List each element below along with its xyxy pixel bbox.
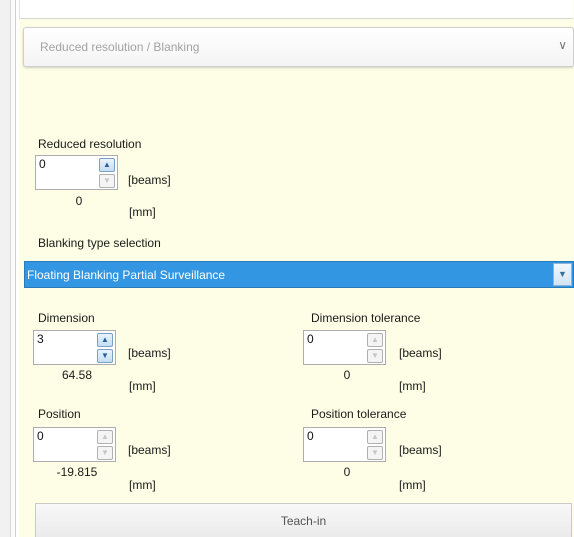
reduced-resolution-mm-unit: [mm] <box>129 205 156 219</box>
position-label: Position <box>38 407 81 421</box>
position-mm-value: -19.815 <box>56 465 98 479</box>
blanking-type-label: Blanking type selection <box>38 236 161 250</box>
dropdown-arrow-icon[interactable]: ▼ <box>553 263 572 286</box>
position-spinner[interactable]: 0 ▲ ▼ <box>33 427 116 462</box>
spin-down-icon[interactable]: ▼ <box>99 174 115 188</box>
reduced-resolution-label: Reduced resolution <box>38 137 142 151</box>
dimension-spinner[interactable]: 3 ▲ ▼ <box>33 330 116 365</box>
spin-down-icon[interactable]: ▼ <box>367 446 383 460</box>
spin-up-icon[interactable]: ▲ <box>99 158 115 172</box>
dimension-tolerance-mm-value: 0 <box>343 368 351 382</box>
reduced-resolution-spinner[interactable]: 0 ▲ ▼ <box>35 155 118 190</box>
position-tolerance-input[interactable]: 0 <box>307 429 314 443</box>
dimension-mm-value: 64.58 <box>61 368 93 382</box>
position-tolerance-label: Position tolerance <box>311 407 407 421</box>
reduced-resolution-beams-unit: [beams] <box>128 173 171 187</box>
reduced-resolution-input[interactable]: 0 <box>39 157 46 171</box>
teach-in-button[interactable]: Teach-in <box>35 503 572 537</box>
spin-down-icon[interactable]: ▼ <box>367 349 383 363</box>
dimension-tolerance-beams-unit: [beams] <box>399 346 442 360</box>
dimension-input[interactable]: 3 <box>37 332 44 346</box>
position-mm-unit: [mm] <box>129 478 156 492</box>
chevron-down-icon[interactable]: ∨ <box>558 38 567 52</box>
dimension-mm-unit: [mm] <box>129 379 156 393</box>
section-header-reduced-resolution-blanking[interactable]: Reduced resolution / Blanking ∨ <box>23 27 574 67</box>
left-rail <box>0 0 11 537</box>
left-rail-inner <box>11 0 16 537</box>
spin-down-icon[interactable]: ▼ <box>97 446 113 460</box>
dimension-tolerance-input[interactable]: 0 <box>307 332 314 346</box>
spin-up-icon[interactable]: ▲ <box>97 430 113 444</box>
dimension-tolerance-mm-unit: [mm] <box>399 379 426 393</box>
position-beams-unit: [beams] <box>128 443 171 457</box>
previous-section-strip <box>19 0 573 19</box>
section-title: Reduced resolution / Blanking <box>40 40 200 54</box>
reduced-resolution-mm-value: 0 <box>75 194 83 208</box>
dimension-label: Dimension <box>38 311 95 325</box>
spin-up-icon[interactable]: ▲ <box>367 430 383 444</box>
spin-down-icon[interactable]: ▼ <box>97 349 113 363</box>
spin-up-icon[interactable]: ▲ <box>97 333 113 347</box>
position-tolerance-mm-value: 0 <box>343 465 351 479</box>
position-tolerance-mm-unit: [mm] <box>399 478 426 492</box>
spin-up-icon[interactable]: ▲ <box>367 333 383 347</box>
settings-panel: Reduced resolution / Blanking ∨ Reduced … <box>19 0 574 537</box>
blanking-type-selected: Floating Blanking Partial Surveillancе <box>27 268 226 282</box>
blanking-type-dropdown[interactable]: Floating Blanking Partial Surveillancе ▼ <box>24 261 574 288</box>
position-tolerance-beams-unit: [beams] <box>399 443 442 457</box>
dimension-beams-unit: [beams] <box>128 346 171 360</box>
dimension-tolerance-spinner[interactable]: 0 ▲ ▼ <box>303 330 386 365</box>
position-tolerance-spinner[interactable]: 0 ▲ ▼ <box>303 427 386 462</box>
position-input[interactable]: 0 <box>37 429 44 443</box>
dimension-tolerance-label: Dimension tolerance <box>311 311 421 325</box>
